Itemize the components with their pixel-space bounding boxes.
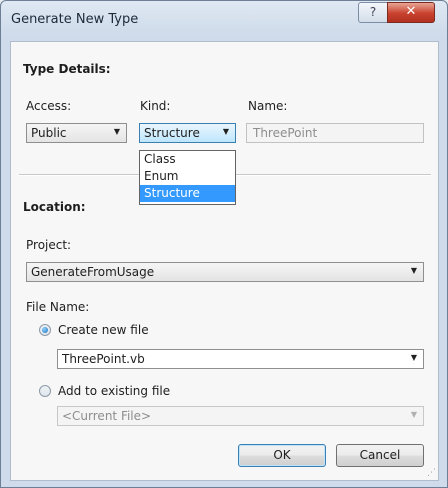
- add-to-existing-file-radio[interactable]: [39, 385, 51, 397]
- radio-selected-dot: [42, 327, 48, 333]
- close-button[interactable]: ✕: [387, 2, 435, 23]
- chevron-down-icon: ▼: [410, 266, 417, 275]
- project-label: Project:: [26, 238, 72, 252]
- chevron-down-icon: ▼: [410, 410, 417, 419]
- chevron-down-icon: ▼: [113, 127, 120, 136]
- dialog-content: Type Details: Access: Kind: Name: Public…: [10, 41, 439, 481]
- kind-label: Kind:: [140, 99, 171, 113]
- title-bar[interactable]: Generate New Type ? ✕: [1, 1, 447, 41]
- project-select[interactable]: GenerateFromUsage ▼: [26, 262, 424, 282]
- existing-file-select: <Current File> ▼: [57, 406, 424, 426]
- resize-grip-icon[interactable]: ⋰: [427, 468, 436, 478]
- type-details-header: Type Details:: [23, 62, 111, 76]
- kind-option-structure[interactable]: Structure: [140, 185, 235, 202]
- kind-option-class[interactable]: Class: [140, 151, 235, 168]
- window-title: Generate New Type: [11, 12, 139, 27]
- dialog-window: Generate New Type ? ✕ Type Details: Acce…: [0, 0, 448, 488]
- kind-select-value: Structure: [144, 126, 200, 140]
- name-input[interactable]: ThreePoint: [246, 123, 424, 143]
- file-name-label: File Name:: [26, 300, 90, 314]
- existing-file-value: <Current File>: [62, 409, 152, 423]
- access-select[interactable]: Public ▼: [26, 123, 127, 143]
- new-file-name-value: ThreePoint.vb: [62, 352, 145, 366]
- create-new-file-label[interactable]: Create new file: [58, 323, 149, 337]
- create-new-file-radio[interactable]: [39, 324, 51, 336]
- new-file-name-combo[interactable]: ThreePoint.vb ▼: [57, 349, 424, 369]
- name-input-value: ThreePoint: [253, 126, 318, 140]
- location-header: Location:: [23, 200, 86, 214]
- kind-dropdown-list: Class Enum Structure: [139, 150, 236, 205]
- help-icon: ?: [369, 5, 377, 19]
- chevron-down-icon: ▼: [410, 353, 417, 362]
- chevron-down-icon: ▼: [222, 127, 229, 136]
- ok-button[interactable]: OK: [238, 444, 326, 467]
- project-select-value: GenerateFromUsage: [31, 265, 155, 279]
- cancel-button[interactable]: Cancel: [336, 444, 424, 467]
- kind-select[interactable]: Structure ▼: [139, 123, 236, 143]
- add-to-existing-file-label[interactable]: Add to existing file: [58, 384, 170, 398]
- kind-option-enum[interactable]: Enum: [140, 168, 235, 185]
- access-label: Access:: [26, 99, 72, 113]
- access-select-value: Public: [31, 126, 67, 140]
- help-button[interactable]: ?: [358, 2, 388, 23]
- name-label: Name:: [248, 99, 288, 113]
- close-icon: ✕: [405, 4, 417, 19]
